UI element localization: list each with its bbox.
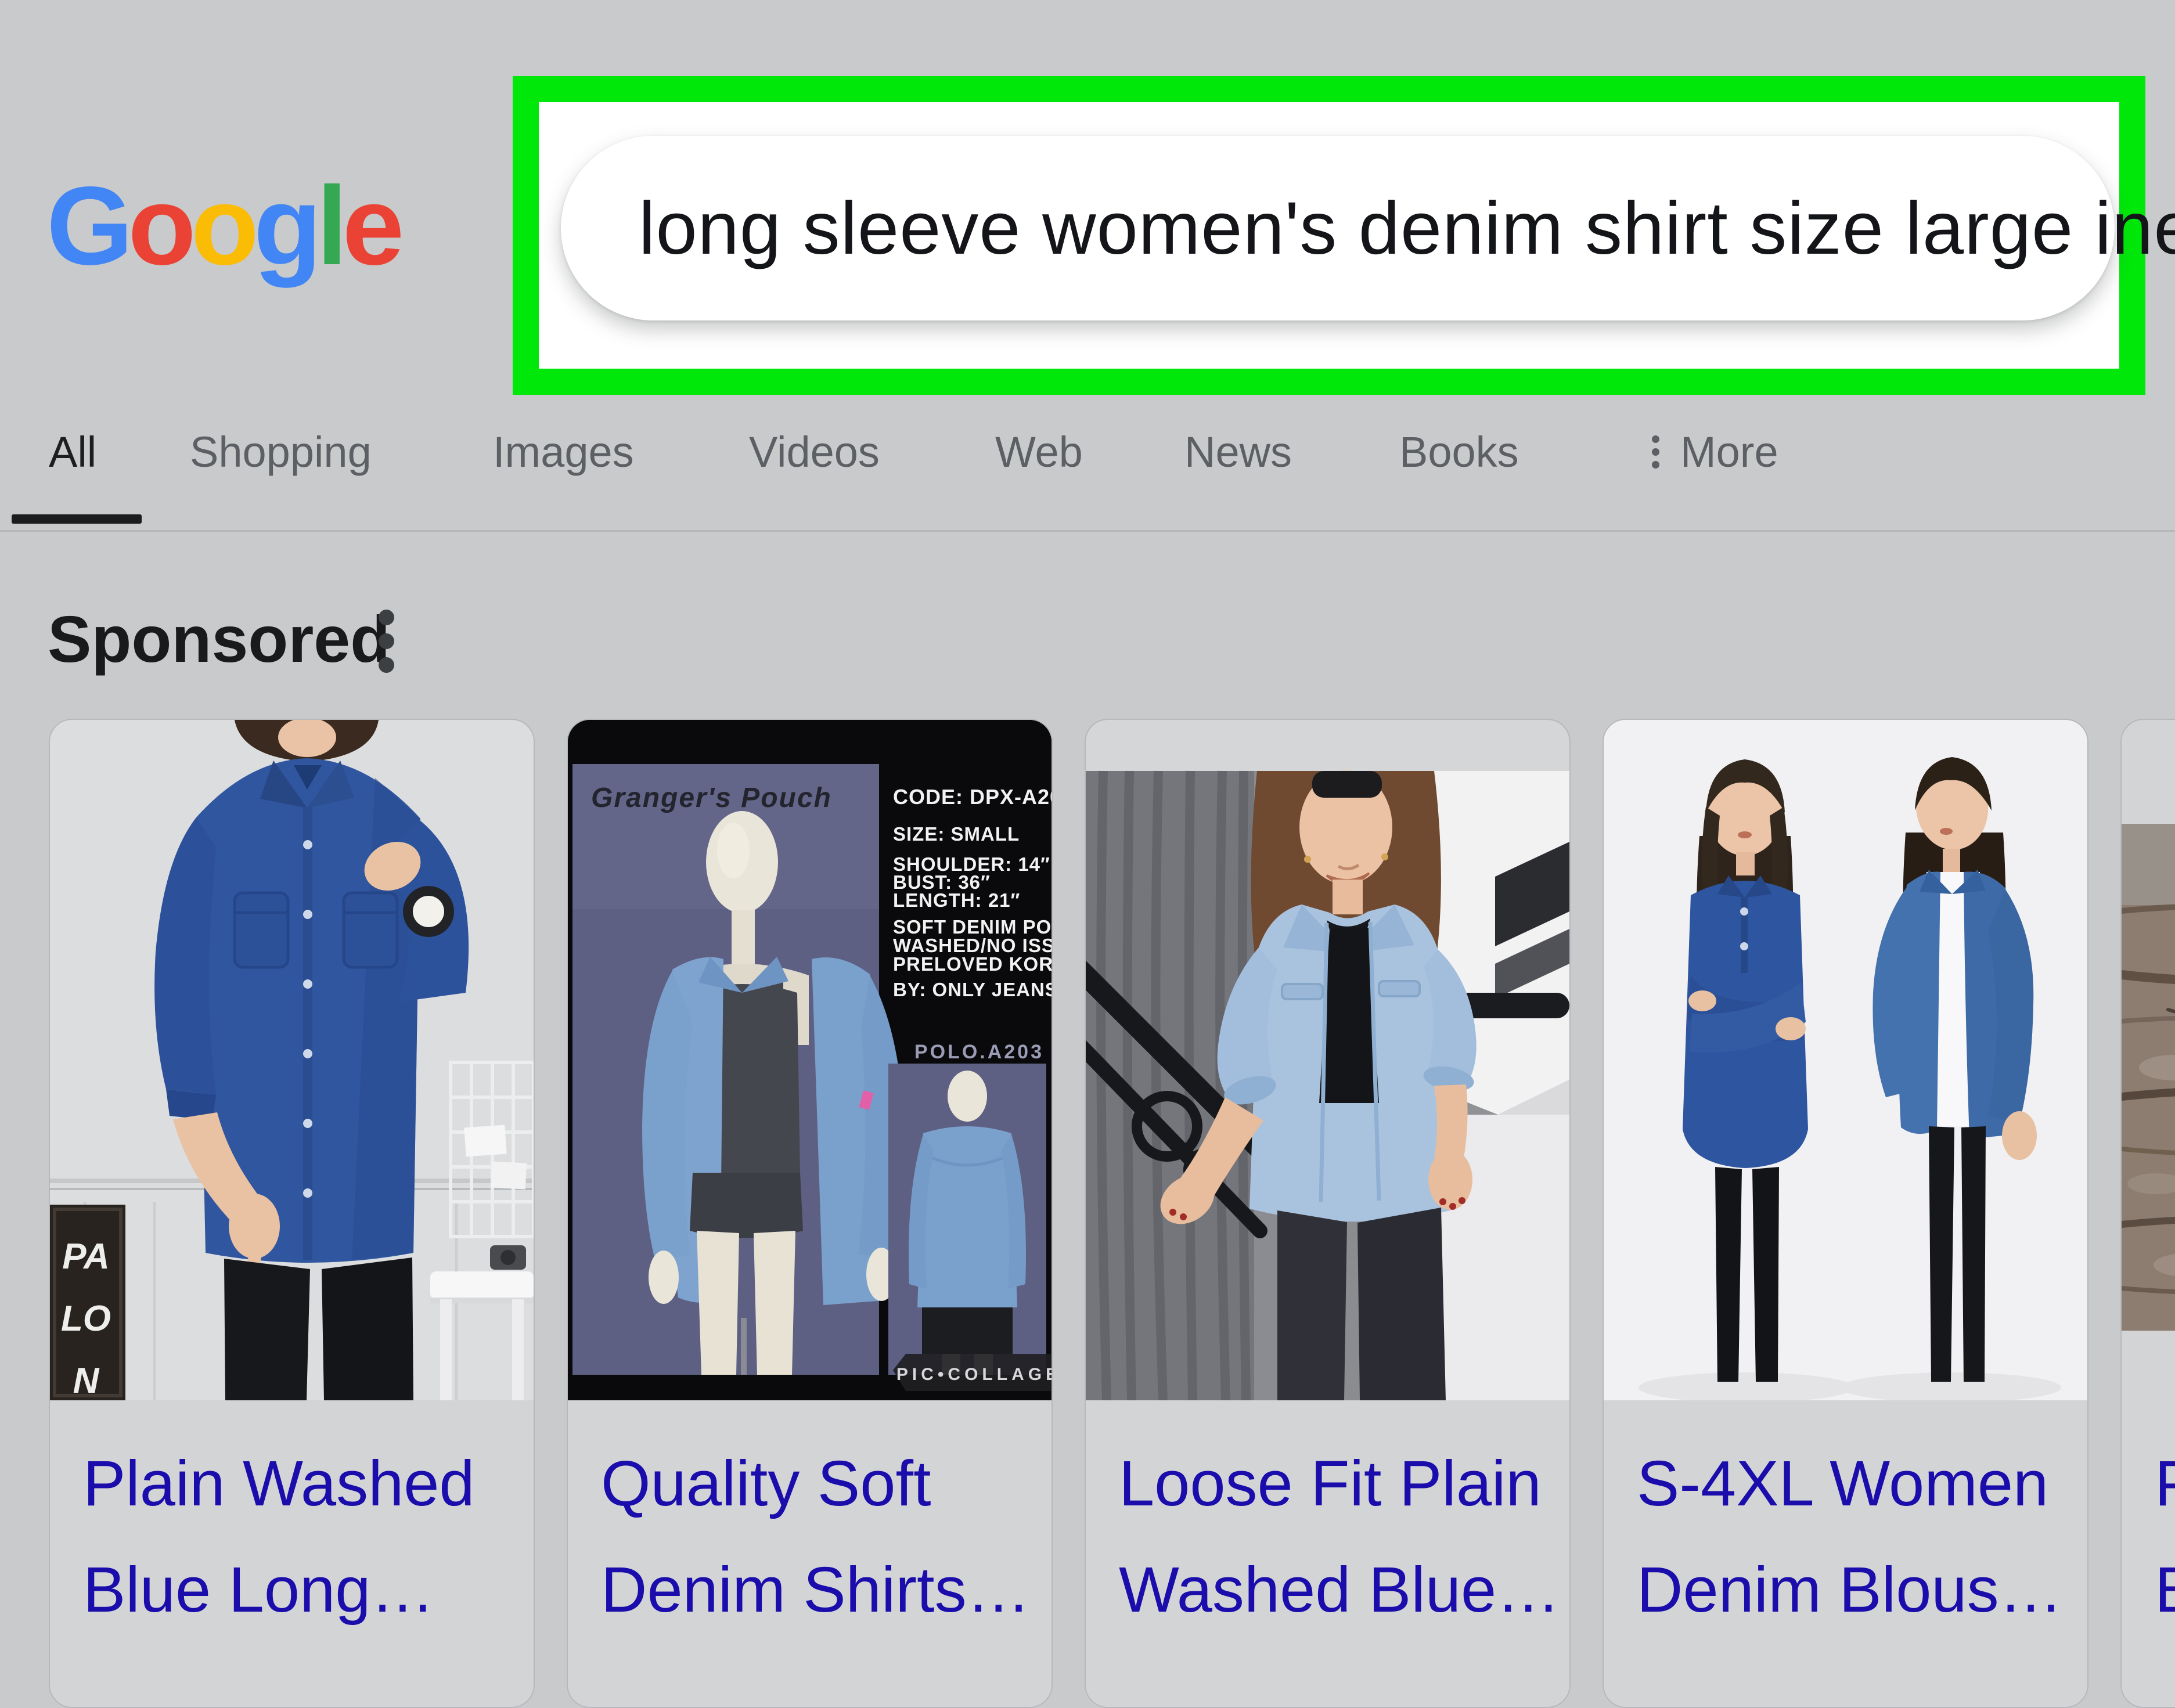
tab-all[interactable]: All (49, 427, 96, 477)
product-card-plain-washed[interactable]: PA LO N (49, 719, 535, 1708)
logo-letter: l (316, 163, 342, 288)
product-image-rock-texture (2122, 824, 2175, 1331)
tab-shopping[interactable]: Shopping (190, 427, 372, 477)
tab-more[interactable]: More (1652, 427, 1778, 477)
logo-letter: o (128, 163, 190, 288)
product-image-woman-light-denim (1086, 720, 1569, 1400)
svg-text:LO: LO (61, 1299, 111, 1339)
photo-brand-text: Granger's Pouch (591, 783, 832, 813)
search-box-area: long sleeve women's denim shirt size lar… (539, 102, 2119, 369)
svg-text:N: N (73, 1361, 100, 1400)
active-tab-underline (12, 514, 142, 524)
svg-text:LENGTH: 21″: LENGTH: 21″ (893, 889, 1020, 911)
tab-images[interactable]: Images (493, 427, 634, 477)
svg-text:PIC•COLLAGE: PIC•COLLAGE (896, 1365, 1052, 1384)
product-image-woman-dark-denim: PA LO N (50, 720, 534, 1400)
tab-web[interactable]: Web (995, 427, 1083, 477)
sponsored-label: Sponsored (48, 601, 390, 677)
pic-collage-watermark: PIC•COLLAGE (893, 1354, 1052, 1391)
search-input[interactable]: long sleeve women's denim shirt size lar… (561, 136, 2115, 320)
product-image-mannequin-collage: Granger's Pouch CODE: DPX-A203 SIZE: SMA… (568, 720, 1052, 1400)
logo-letter: G (46, 163, 128, 288)
svg-text:SIZE: SMALL: SIZE: SMALL (893, 823, 1020, 845)
tab-news[interactable]: News (1184, 427, 1292, 477)
product-title[interactable]: Quality Soft Denim Shirts… (601, 1430, 1031, 1643)
tab-more-label: More (1680, 427, 1778, 477)
product-card-quality-soft[interactable]: Granger's Pouch CODE: DPX-A203 SIZE: SMA… (567, 719, 1053, 1708)
svg-text:PA: PA (62, 1237, 110, 1277)
photo-back-view-inset (888, 1064, 1046, 1375)
product-title[interactable]: Plain Washed Blue Long… (83, 1430, 475, 1643)
search-query-text: long sleeve women's denim shirt size lar… (561, 186, 2175, 271)
svg-text:CODE: DPX-A203: CODE: DPX-A203 (893, 785, 1052, 809)
tab-books[interactable]: Books (1399, 427, 1519, 477)
logo-letter: g (254, 163, 316, 288)
product-card-s4xl-women[interactable]: S-4XL Women Denim Blous… (1603, 719, 2088, 1708)
sponsored-menu-icon[interactable] (379, 610, 394, 673)
product-card-loose-fit[interactable]: Loose Fit Plain Washed Blue… (1085, 719, 1571, 1708)
product-card-partial[interactable]: P B (2120, 719, 2175, 1708)
search-box-highlight-annotation: long sleeve women's denim shirt size lar… (513, 76, 2145, 395)
google-logo[interactable]: Google (46, 170, 399, 282)
product-title[interactable]: P B (2155, 1430, 2175, 1643)
product-title[interactable]: Loose Fit Plain Washed Blue… (1119, 1430, 1560, 1643)
tabs-divider (0, 530, 2175, 532)
photo-ref-label: POLO.A203 (914, 1041, 1044, 1063)
product-title[interactable]: S-4XL Women Denim Blous… (1637, 1430, 2063, 1643)
svg-text:PRELOVED KOREA: PRELOVED KOREA (893, 953, 1052, 975)
product-image-two-women-denim (1604, 720, 2087, 1400)
logo-letter: e (343, 163, 399, 288)
svg-text:BY: ONLY JEANS: BY: ONLY JEANS (893, 979, 1052, 1000)
tab-videos[interactable]: Videos (749, 427, 880, 477)
google-search-results-page: { "page": { "background": "#c9cacc" }, "… (0, 0, 2175, 1630)
more-kebab-icon (1652, 435, 1659, 469)
logo-letter: o (191, 163, 254, 288)
